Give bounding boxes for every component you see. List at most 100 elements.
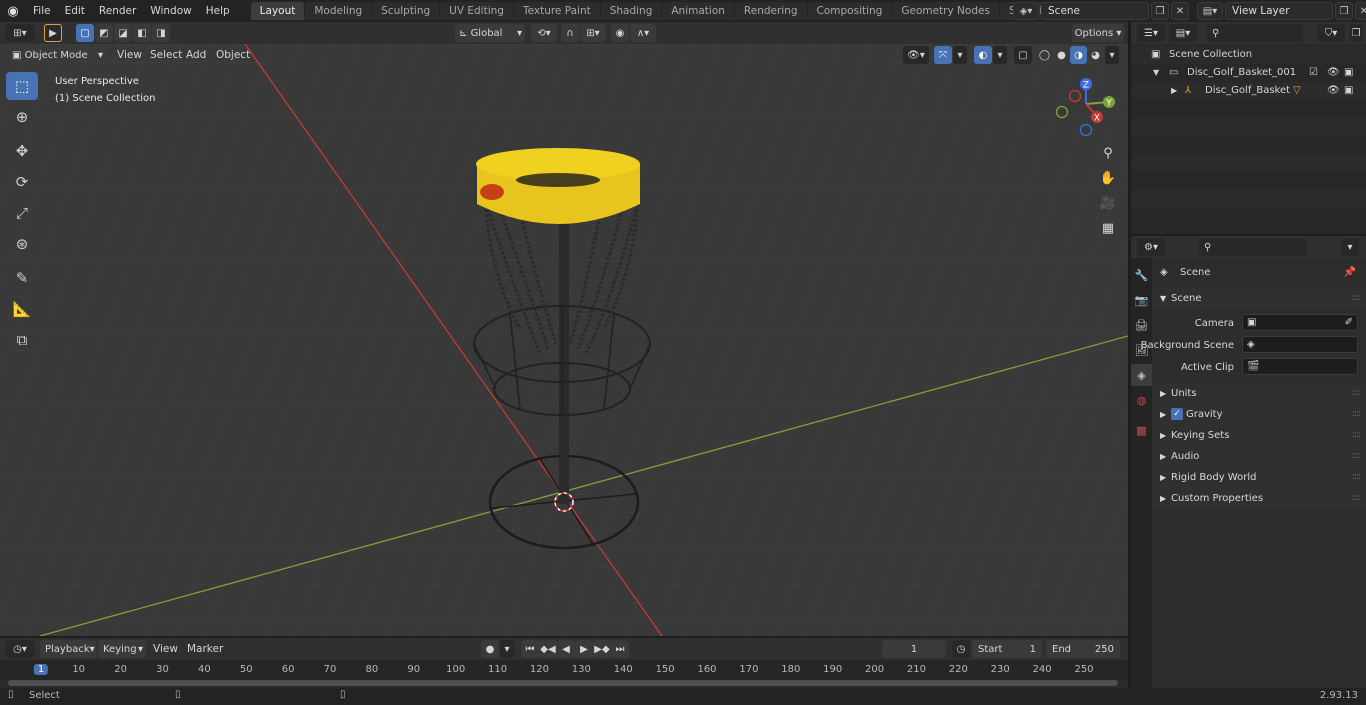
transform-orientation-dropdown[interactable]: ⊾ Global ▾ — [455, 24, 525, 42]
filter-icon[interactable]: ⛉▾ — [1317, 24, 1345, 42]
rigid-body-world-panel-header[interactable]: ▶ Rigid Body World :::: — [1152, 467, 1366, 488]
keying-sets-panel-header[interactable]: ▶ Keying Sets :::: — [1152, 425, 1366, 446]
scale-tool-icon[interactable]: ⤢ — [6, 199, 38, 227]
menu-window[interactable]: Window — [143, 0, 198, 22]
snap-toggle-icon[interactable]: ∩ — [561, 24, 579, 42]
select-invert-icon[interactable]: ◧ — [133, 24, 151, 42]
visibility-icon[interactable]: 👁▾ — [903, 46, 929, 64]
select-subtract-icon[interactable]: ◪ — [114, 24, 132, 42]
units-panel-header[interactable]: ▶ Units :::: — [1152, 383, 1366, 404]
overlays-dropdown-icon[interactable]: ▾ — [993, 46, 1007, 64]
scene-name-field[interactable]: Scene — [1041, 2, 1149, 20]
select-tool-icon[interactable]: ▶ — [44, 24, 62, 42]
shading-dropdown-icon[interactable]: ▾ — [1105, 46, 1119, 64]
pin-icon[interactable]: 📌 — [1344, 262, 1356, 283]
delete-view-layer-icon[interactable]: ✕ — [1355, 2, 1366, 20]
expand-arrow-icon[interactable]: ▼ — [1153, 64, 1159, 82]
keying-menu[interactable]: Keying ▾ — [98, 640, 146, 658]
tool-tab-icon[interactable]: 🔧 — [1131, 264, 1152, 286]
gizmo-dropdown-icon[interactable]: ▾ — [953, 46, 967, 64]
new-scene-icon[interactable]: ❐ — [1151, 2, 1169, 20]
tab-compositing[interactable]: Compositing — [807, 2, 892, 20]
world-tab-icon[interactable]: ◍ — [1131, 389, 1152, 411]
timeline-editor-type-icon[interactable]: ◷▾ — [6, 640, 34, 658]
scene-tab-icon[interactable]: ◈ — [1131, 364, 1152, 386]
pivot-point-icon[interactable]: ⟲▾ — [531, 24, 557, 42]
output-tab-icon[interactable]: 🖨 — [1131, 314, 1152, 336]
drag-grip-icon[interactable]: :::: — [1352, 383, 1361, 404]
measure-tool-icon[interactable]: 📐 — [6, 295, 38, 323]
select-box-tool-icon[interactable]: ⬚ — [6, 72, 38, 100]
tab-rendering[interactable]: Rendering — [734, 2, 807, 20]
3d-viewport[interactable]: Z Y X ▣ Object Mode ▾ View Select Add Obj… — [0, 44, 1128, 636]
wireframe-shading-icon[interactable]: ◯ — [1036, 46, 1053, 64]
tab-texture-paint[interactable]: Texture Paint — [513, 2, 600, 20]
menu-view[interactable]: View — [112, 46, 147, 64]
outliner-search-input[interactable]: ⚲ — [1207, 24, 1303, 42]
gravity-panel-header[interactable]: ▶ ✓ Gravity :::: — [1152, 404, 1366, 425]
new-view-layer-icon[interactable]: ❐ — [1335, 2, 1353, 20]
jump-start-icon[interactable]: ⏮ — [521, 640, 539, 658]
menu-object[interactable]: Object — [211, 46, 255, 64]
move-tool-icon[interactable]: ✥ — [6, 137, 38, 165]
menu-file[interactable]: File — [26, 0, 58, 22]
current-frame-field[interactable]: 1 — [882, 640, 946, 658]
options-dropdown[interactable]: Options ▾ — [1072, 24, 1124, 42]
drag-grip-icon[interactable]: :::: — [1352, 488, 1361, 509]
zoom-icon[interactable]: ⚲ — [1097, 142, 1119, 164]
play-reverse-icon[interactable]: ◀ — [557, 640, 575, 658]
drag-grip-icon[interactable]: :::: — [1352, 404, 1361, 425]
delete-scene-icon[interactable]: ✕ — [1171, 2, 1189, 20]
cursor-tool-icon[interactable]: ⊕ — [6, 103, 38, 131]
outliner-row-scene-collection[interactable]: ▣ Scene Collection — [1131, 46, 1366, 64]
pan-hand-icon[interactable]: ✋ — [1097, 167, 1119, 189]
snap-target-icon[interactable]: ⊞▾ — [580, 24, 606, 42]
frame-ruler[interactable]: 1 10 20 30 40 50 60 70 80 90 100 110 120 130 140 150 160… — [0, 660, 1128, 680]
scene-icon[interactable]: ◈▾ — [1013, 2, 1039, 20]
end-frame-field[interactable]: End 250 — [1046, 640, 1120, 658]
drag-grip-icon[interactable]: :::: — [1352, 446, 1361, 467]
proportional-edit-icon[interactable]: ◉ — [611, 24, 629, 42]
camera-icon[interactable]: ▣ — [1344, 64, 1353, 82]
menu-render[interactable]: Render — [92, 0, 143, 22]
annotate-tool-icon[interactable]: ✎ — [6, 264, 38, 292]
view-layer-icon[interactable]: ▤▾ — [1197, 2, 1223, 20]
gizmo-toggle-icon[interactable]: ⤧ — [934, 46, 952, 64]
tab-shading[interactable]: Shading — [600, 2, 662, 20]
preview-range-icon[interactable]: ◷ — [952, 640, 970, 658]
overlays-toggle-icon[interactable]: ◐ — [974, 46, 992, 64]
tab-uv-editing[interactable]: UV Editing — [440, 2, 513, 20]
collapse-arrow-icon[interactable]: ▶ — [1171, 82, 1177, 100]
drag-grip-icon[interactable]: :::: — [1352, 467, 1361, 488]
scene-panel-header[interactable]: ▼ Scene :::: — [1152, 288, 1366, 309]
outliner-editor-type-icon[interactable]: ☰▾ — [1137, 24, 1165, 42]
background-scene-field[interactable]: ◈ — [1242, 336, 1358, 353]
outliner-row-object[interactable]: ▶ ⅄ Disc_Golf_Basket ▽ 👁 ▣ — [1131, 82, 1366, 100]
outliner-row-collection[interactable]: ▼ ▭ Disc_Golf_Basket_001 ☑ 👁 ▣ — [1131, 64, 1366, 82]
select-new-icon[interactable]: ▢ — [76, 24, 94, 42]
timeline-scrollbar[interactable] — [8, 680, 1118, 686]
display-mode-icon[interactable]: ▤▾ — [1169, 24, 1197, 42]
render-tab-icon[interactable]: 📷 — [1131, 289, 1152, 311]
eyedropper-icon[interactable]: ✐ — [1345, 312, 1353, 333]
rotate-tool-icon[interactable]: ⟳ — [6, 168, 38, 196]
tab-sculpting[interactable]: Sculpting — [372, 2, 440, 20]
view-layer-field[interactable]: View Layer — [1225, 2, 1333, 20]
new-collection-icon[interactable]: ❐ — [1349, 24, 1363, 42]
select-intersect-icon[interactable]: ◨ — [152, 24, 170, 42]
camera-view-icon[interactable]: 🎥 — [1097, 192, 1119, 214]
menu-add[interactable]: Add — [181, 46, 211, 64]
transform-tool-icon[interactable]: ⊛ — [6, 230, 38, 258]
next-keyframe-icon[interactable]: ▶◆ — [593, 640, 611, 658]
tab-animation[interactable]: Animation — [662, 2, 734, 20]
timeline-area[interactable]: 1 10 20 30 40 50 60 70 80 90 100 110 120 130 140 150 160… — [0, 660, 1128, 688]
prev-keyframe-icon[interactable]: ◆◀ — [539, 640, 557, 658]
play-icon[interactable]: ▶ — [575, 640, 593, 658]
editor-type-icon[interactable]: ⊞▾ — [6, 24, 34, 42]
audio-panel-header[interactable]: ▶ Audio :::: — [1152, 446, 1366, 467]
texture-tab-icon[interactable]: ▩ — [1131, 419, 1152, 441]
add-cube-tool-icon[interactable]: ⧉ — [6, 326, 38, 354]
tab-geometry-nodes[interactable]: Geometry Nodes — [892, 2, 999, 20]
properties-options-icon[interactable]: ▾ — [1341, 238, 1359, 256]
exclude-checkbox-icon[interactable]: ☑ — [1309, 64, 1318, 82]
